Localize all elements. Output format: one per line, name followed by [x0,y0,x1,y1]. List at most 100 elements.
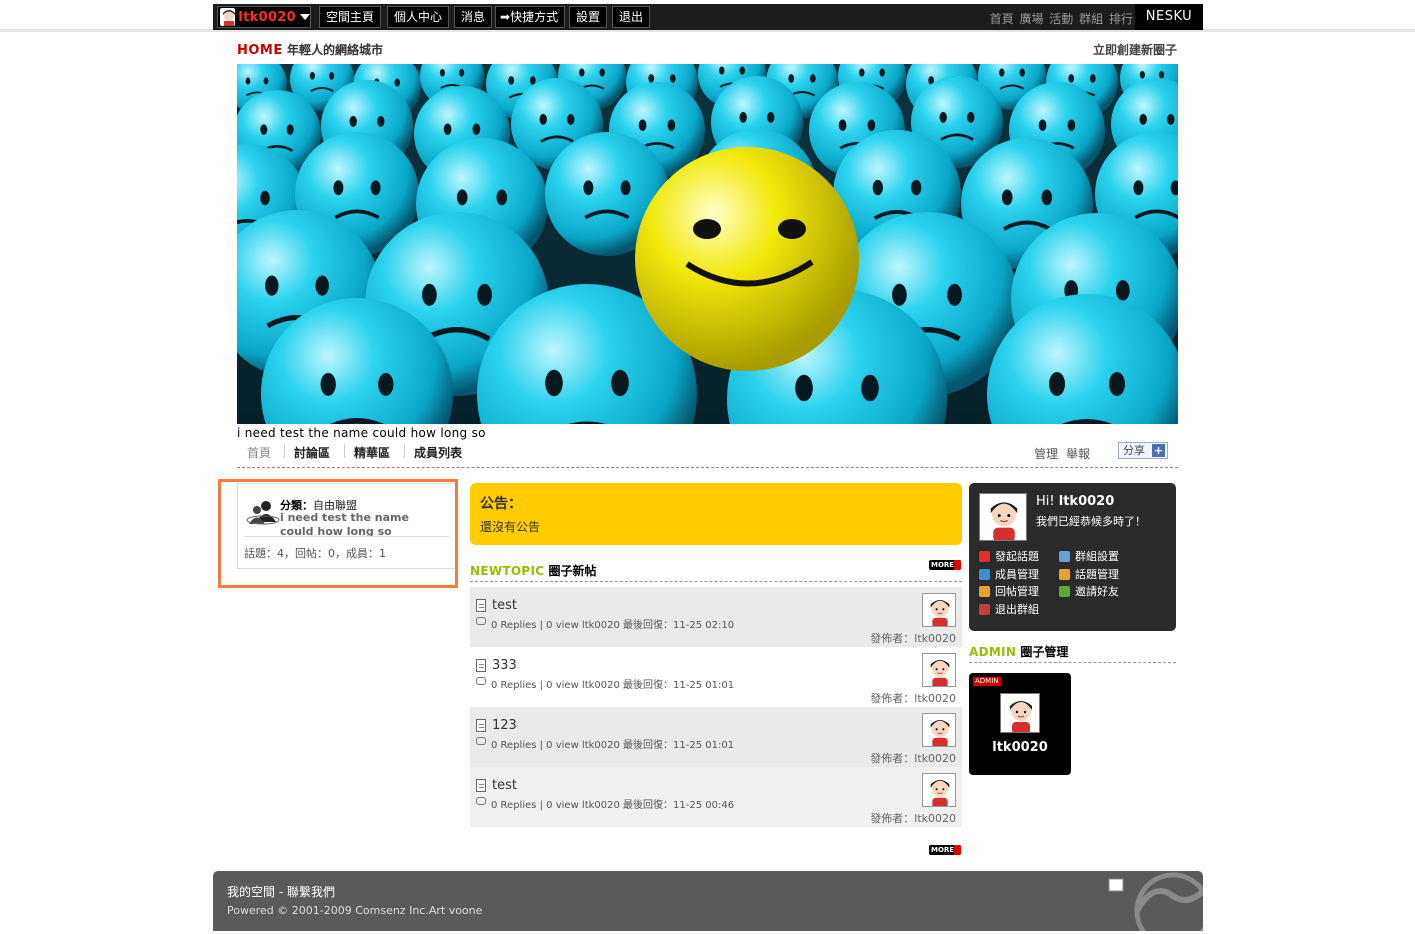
link-plaza[interactable]: 廣場 [1019,12,1043,26]
action-invite-friends[interactable]: 邀請好友 [1059,583,1119,599]
topic-title[interactable]: test [492,598,517,613]
home-link[interactable]: HOME [237,43,283,58]
members-icon [979,568,990,580]
topic-row[interactable]: 333 0 Replies | 0 view ltk0020 最後回復：11-2… [470,647,962,707]
tagline: 年輕人的網絡城市 [286,43,383,57]
pencil-icon [979,585,990,597]
comment-icon [476,737,486,745]
invite-icon [1059,585,1070,597]
admin-links: 管理 舉報 [1034,445,1090,462]
admin-zh: 圈子管理 [1020,645,1069,659]
tab-featured[interactable]: 精華區 [354,444,390,461]
user-avatar[interactable] [979,493,1027,541]
divider [284,444,285,458]
create-circle-link[interactable]: 立即創建新圈子 [1093,41,1177,58]
nav-messages[interactable]: 消息 [454,6,493,28]
action-member-manage[interactable]: 成員管理 [979,566,1039,582]
action-reply-manage[interactable]: 回帖管理 [979,583,1039,599]
document-icon [476,659,486,672]
action-leave-group[interactable]: 退出群組 [979,601,1039,617]
hi-label: Hi! [1036,494,1055,509]
share-label: 分享 [1123,444,1145,457]
exit-icon [979,603,990,615]
admin-header: ADMIN 圈子管理 [969,643,1176,663]
tab-home[interactable]: 首頁 [247,444,271,461]
document-icon [476,719,486,732]
welcome-subtitle: 我們已經恭候多時了！ [1036,515,1146,528]
footer: 我的空間 - 聯繫我們 Powered © 2001-2009 Comsenz … [213,871,1212,934]
topic-title[interactable]: 123 [492,718,517,733]
settings-icon [1059,550,1070,562]
divider [344,444,345,458]
action-label: 退出群組 [995,603,1039,616]
link-events[interactable]: 活動 [1049,12,1073,26]
poster-avatar[interactable] [922,773,956,807]
chevron-down-icon[interactable] [300,14,310,20]
nav-personal-center[interactable]: 個人中心 [387,6,450,28]
group-banner [237,64,1178,424]
nav-logout[interactable]: 退出 [612,6,651,28]
document-icon [476,779,486,792]
action-topic-manage[interactable]: 話題管理 [1059,566,1119,582]
footer-logo-icon [1093,871,1212,934]
action-group-settings[interactable]: 群組設置 [1059,548,1119,564]
more-button-bottom[interactable]: MORE [929,845,961,855]
topic-poster: 發佈者：ltk0020 [870,752,956,765]
heart-icon [979,550,990,562]
top-bar-inner: ltk0020 空間主頁 個人中心 消息 ➡快捷方式 設置 退出 首頁 廣場 活… [213,4,1203,30]
admin-en: ADMIN [969,645,1017,659]
manage-link[interactable]: 管理 [1034,447,1058,461]
group-subnav: 首頁 討論區 精華區 成員列表 管理 舉報 分享 + [237,442,1178,468]
brand-logo[interactable]: NESKU [1135,4,1203,30]
action-label: 回帖管理 [995,585,1039,598]
nav-shortcuts-label: 快捷方式 [510,10,559,24]
topic-title[interactable]: test [492,778,517,793]
divider [404,444,405,458]
link-home[interactable]: 首頁 [990,12,1014,26]
admin-avatar[interactable] [1000,693,1040,733]
username: ltk0020 [238,9,296,25]
footer-links[interactable]: 我的空間 - 聯繫我們 [227,883,335,900]
announcement-body: 還沒有公告 [480,520,541,534]
share-button[interactable]: 分享 + [1118,442,1168,459]
welcome-greeting: Hi! ltk0020 [1036,494,1114,509]
arrow-right-icon: ➡ [500,10,511,24]
site-links: 首頁 廣場 活動 群組 排行 [990,10,1133,27]
admin-tag: ADMIN [973,677,1001,686]
action-new-topic[interactable]: 發起話題 [979,548,1039,564]
report-link[interactable]: 舉報 [1066,447,1090,461]
topic-meta: 0 Replies | 0 view ltk0020 最後回復：11-25 01… [491,680,735,691]
nav-shortcuts[interactable]: ➡快捷方式 [495,6,566,28]
tab-discussion[interactable]: 討論區 [294,444,330,461]
comment-icon [476,617,486,625]
plus-icon: + [1152,444,1165,457]
poster-avatar[interactable] [922,593,956,627]
announcement-title: 公告： [480,496,522,512]
admin-card[interactable]: ADMIN ltk0020 [969,673,1071,775]
footer-powered: Powered © 2001-2009 Comsenz Inc.Art voon… [227,904,483,917]
pencil-icon [1059,568,1070,580]
welcome-panel: Hi! ltk0020 我們已經恭候多時了！ 發起話題 群組設置 成員管理 話題… [969,483,1176,631]
topic-meta: 0 Replies | 0 view ltk0020 最後回復：11-25 00… [491,800,735,811]
topic-poster: 發佈者：ltk0020 [870,812,956,825]
topic-row[interactable]: test 0 Replies | 0 view ltk0020 最後回復：11-… [470,767,962,827]
nav-settings[interactable]: 設置 [569,6,608,28]
topic-row[interactable]: test 0 Replies | 0 view ltk0020 最後回復：11-… [470,587,962,647]
more-button-top[interactable]: MORE [929,560,961,570]
topic-row[interactable]: 123 0 Replies | 0 view ltk0020 最後回復：11-2… [470,707,962,767]
tab-members[interactable]: 成員列表 [414,444,462,461]
topic-title[interactable]: 333 [492,658,517,673]
poster-avatar[interactable] [922,653,956,687]
admin-name: ltk0020 [992,740,1048,755]
nav-space-home[interactable]: 空間主頁 [319,6,382,28]
poster-avatar[interactable] [922,713,956,747]
group-name: i need test the name could how long so [237,426,486,440]
document-icon [476,599,486,612]
action-label: 邀請好友 [1075,585,1119,598]
link-groups[interactable]: 群組 [1079,12,1103,26]
action-label: 成員管理 [995,568,1039,581]
top-bar: ltk0020 空間主頁 個人中心 消息 ➡快捷方式 設置 退出 首頁 廣場 活… [0,0,1415,32]
action-label: 發起話題 [995,550,1039,563]
link-ranking[interactable]: 排行 [1109,12,1133,26]
user-menu[interactable]: ltk0020 [217,6,311,28]
